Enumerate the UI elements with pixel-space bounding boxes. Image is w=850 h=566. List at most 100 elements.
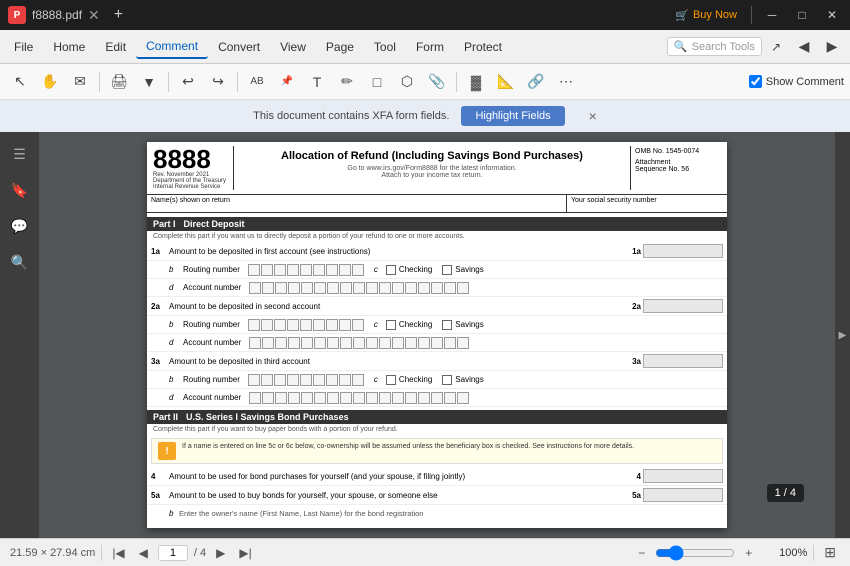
account-box-2[interactable] bbox=[262, 337, 274, 349]
checking-checkbox-2[interactable] bbox=[386, 320, 396, 330]
panel-icon-comments[interactable]: 💬 bbox=[6, 212, 34, 240]
last-page-btn[interactable]: ▶| bbox=[235, 544, 255, 562]
account-box[interactable] bbox=[379, 282, 391, 294]
account-box-2[interactable] bbox=[353, 337, 365, 349]
account-box-2[interactable] bbox=[392, 337, 404, 349]
routing-box-3[interactable] bbox=[261, 374, 273, 386]
account-box-2[interactable] bbox=[405, 337, 417, 349]
routing-box-3[interactable] bbox=[287, 374, 299, 386]
account-box-2[interactable] bbox=[366, 337, 378, 349]
account-box[interactable] bbox=[444, 282, 456, 294]
account-box[interactable] bbox=[405, 282, 417, 294]
account-box[interactable] bbox=[431, 282, 443, 294]
account-box-3[interactable] bbox=[366, 392, 378, 404]
external-link-btn[interactable]: ↗ bbox=[762, 33, 790, 61]
routing-box-3[interactable] bbox=[339, 374, 351, 386]
account-box[interactable] bbox=[314, 282, 326, 294]
menu-view[interactable]: View bbox=[270, 36, 316, 58]
account-box-2[interactable] bbox=[379, 337, 391, 349]
new-tab-btn[interactable]: + bbox=[106, 6, 131, 24]
page-number-input[interactable] bbox=[158, 545, 188, 561]
row-4-input[interactable] bbox=[643, 469, 723, 483]
xfa-close-btn[interactable]: × bbox=[589, 108, 597, 124]
account-box-2[interactable] bbox=[418, 337, 430, 349]
show-comment-checkbox[interactable] bbox=[749, 75, 762, 88]
routing-box[interactable] bbox=[287, 264, 299, 276]
account-box-2[interactable] bbox=[327, 337, 339, 349]
routing-box[interactable] bbox=[248, 264, 260, 276]
account-box-3[interactable] bbox=[249, 392, 261, 404]
account-box-3[interactable] bbox=[418, 392, 430, 404]
account-box-3[interactable] bbox=[431, 392, 443, 404]
menu-tool[interactable]: Tool bbox=[364, 36, 406, 58]
tool-note[interactable]: 📌 bbox=[273, 68, 301, 96]
account-box[interactable] bbox=[457, 282, 469, 294]
routing-box[interactable] bbox=[248, 319, 260, 331]
menu-page[interactable]: Page bbox=[316, 36, 364, 58]
search-tools[interactable]: 🔍 Search Tools bbox=[667, 37, 762, 56]
account-box-3[interactable] bbox=[340, 392, 352, 404]
account-box-3[interactable] bbox=[288, 392, 300, 404]
menu-protect[interactable]: Protect bbox=[454, 36, 512, 58]
row-3a-input[interactable] bbox=[643, 354, 723, 368]
account-box-3[interactable] bbox=[353, 392, 365, 404]
account-box[interactable] bbox=[249, 282, 261, 294]
tool-measure[interactable]: 📐 bbox=[492, 68, 520, 96]
tool-link[interactable]: 🔗 bbox=[522, 68, 550, 96]
maximize-btn[interactable]: □ bbox=[788, 5, 816, 25]
routing-box[interactable] bbox=[274, 319, 286, 331]
tab-close-btn[interactable]: ✕ bbox=[88, 7, 100, 24]
tool-more2[interactable]: ⋯ bbox=[552, 68, 580, 96]
account-box[interactable] bbox=[262, 282, 274, 294]
account-box-2[interactable] bbox=[340, 337, 352, 349]
account-box[interactable] bbox=[275, 282, 287, 294]
savings-checkbox-3[interactable] bbox=[442, 375, 452, 385]
show-comment-toggle[interactable]: Show Comment bbox=[749, 75, 844, 88]
zoom-out-btn[interactable]: − bbox=[634, 544, 649, 562]
account-box-2[interactable] bbox=[314, 337, 326, 349]
routing-box[interactable] bbox=[313, 264, 325, 276]
tool-stamp[interactable]: ⬡ bbox=[393, 68, 421, 96]
tool-attach[interactable]: 📎 bbox=[423, 68, 451, 96]
routing-box-3[interactable] bbox=[274, 374, 286, 386]
tool-print[interactable]: 🖨 bbox=[105, 68, 133, 96]
routing-box-3[interactable] bbox=[326, 374, 338, 386]
savings-checkbox[interactable] bbox=[442, 265, 452, 275]
routing-box[interactable] bbox=[326, 264, 338, 276]
panel-icon-search[interactable]: 🔍 bbox=[6, 248, 34, 276]
tool-redact[interactable]: ▓ bbox=[462, 68, 490, 96]
right-arrow-btn[interactable]: ▶ bbox=[839, 330, 847, 341]
menu-edit[interactable]: Edit bbox=[95, 36, 136, 58]
routing-box[interactable] bbox=[261, 319, 273, 331]
account-box-2[interactable] bbox=[431, 337, 443, 349]
routing-box[interactable] bbox=[287, 319, 299, 331]
account-box[interactable] bbox=[327, 282, 339, 294]
routing-box[interactable] bbox=[339, 264, 351, 276]
routing-box[interactable] bbox=[326, 319, 338, 331]
routing-box[interactable] bbox=[274, 264, 286, 276]
account-box[interactable] bbox=[366, 282, 378, 294]
panel-icon-bookmarks[interactable]: 🔖 bbox=[6, 176, 34, 204]
routing-box[interactable] bbox=[352, 319, 364, 331]
checking-checkbox[interactable] bbox=[386, 265, 396, 275]
routing-box[interactable] bbox=[300, 319, 312, 331]
menu-home[interactable]: Home bbox=[43, 36, 95, 58]
account-box-3[interactable] bbox=[444, 392, 456, 404]
account-box-2[interactable] bbox=[457, 337, 469, 349]
account-box-3[interactable] bbox=[392, 392, 404, 404]
routing-box-3[interactable] bbox=[300, 374, 312, 386]
account-box[interactable] bbox=[340, 282, 352, 294]
account-box-3[interactable] bbox=[275, 392, 287, 404]
account-box-2[interactable] bbox=[249, 337, 261, 349]
account-box[interactable] bbox=[288, 282, 300, 294]
account-box-3[interactable] bbox=[379, 392, 391, 404]
account-box[interactable] bbox=[392, 282, 404, 294]
tool-hand[interactable]: ✋ bbox=[36, 68, 64, 96]
tool-text[interactable]: T bbox=[303, 68, 331, 96]
account-box-2[interactable] bbox=[275, 337, 287, 349]
tool-cursor[interactable]: ↖ bbox=[6, 68, 34, 96]
zoom-slider[interactable] bbox=[655, 545, 735, 561]
tool-redo[interactable]: ↪ bbox=[204, 68, 232, 96]
routing-box[interactable] bbox=[261, 264, 273, 276]
tool-more[interactable]: ▼ bbox=[135, 68, 163, 96]
